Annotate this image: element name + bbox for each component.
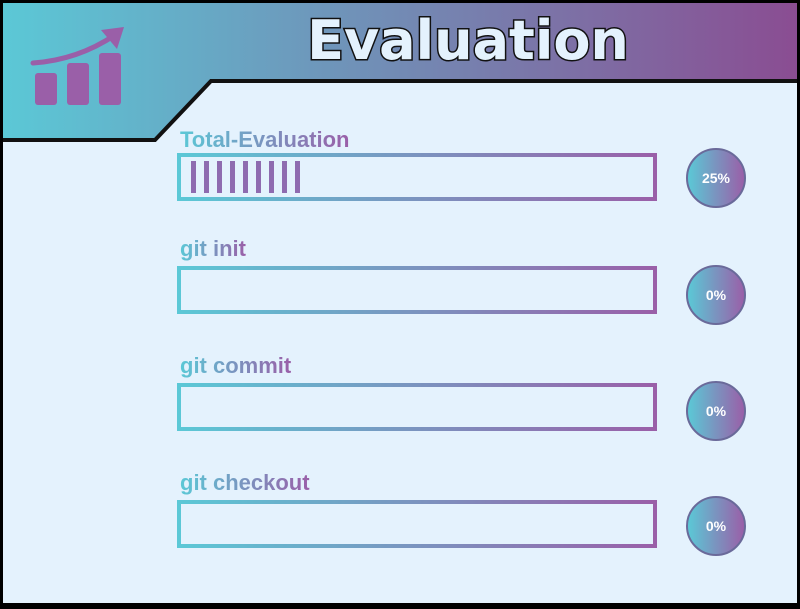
progress-bar-git-checkout xyxy=(177,500,657,548)
progress-bar-total xyxy=(177,153,657,201)
progress-bar-git-init xyxy=(177,266,657,314)
percent-badge-git-init: 0% xyxy=(686,265,746,325)
evaluation-panel: Evaluation Total-Evaluation 25% git init… xyxy=(3,3,797,603)
percent-badge-git-checkout: 0% xyxy=(686,496,746,556)
evaluation-label-git-init: git init xyxy=(180,236,246,261)
rising-bar-chart-icon xyxy=(30,27,124,105)
progress-bar-git-commit xyxy=(177,383,657,431)
evaluation-label-git-checkout: git checkout xyxy=(180,470,310,495)
evaluation-label-git-commit: git commit xyxy=(180,353,292,378)
percent-badge-git-commit: 0% xyxy=(686,381,746,441)
progress-fill xyxy=(191,161,304,193)
page-title: Evaluation xyxy=(306,8,631,74)
percent-badge-total: 25% xyxy=(686,148,746,208)
evaluation-label-total: Total-Evaluation xyxy=(180,127,350,152)
